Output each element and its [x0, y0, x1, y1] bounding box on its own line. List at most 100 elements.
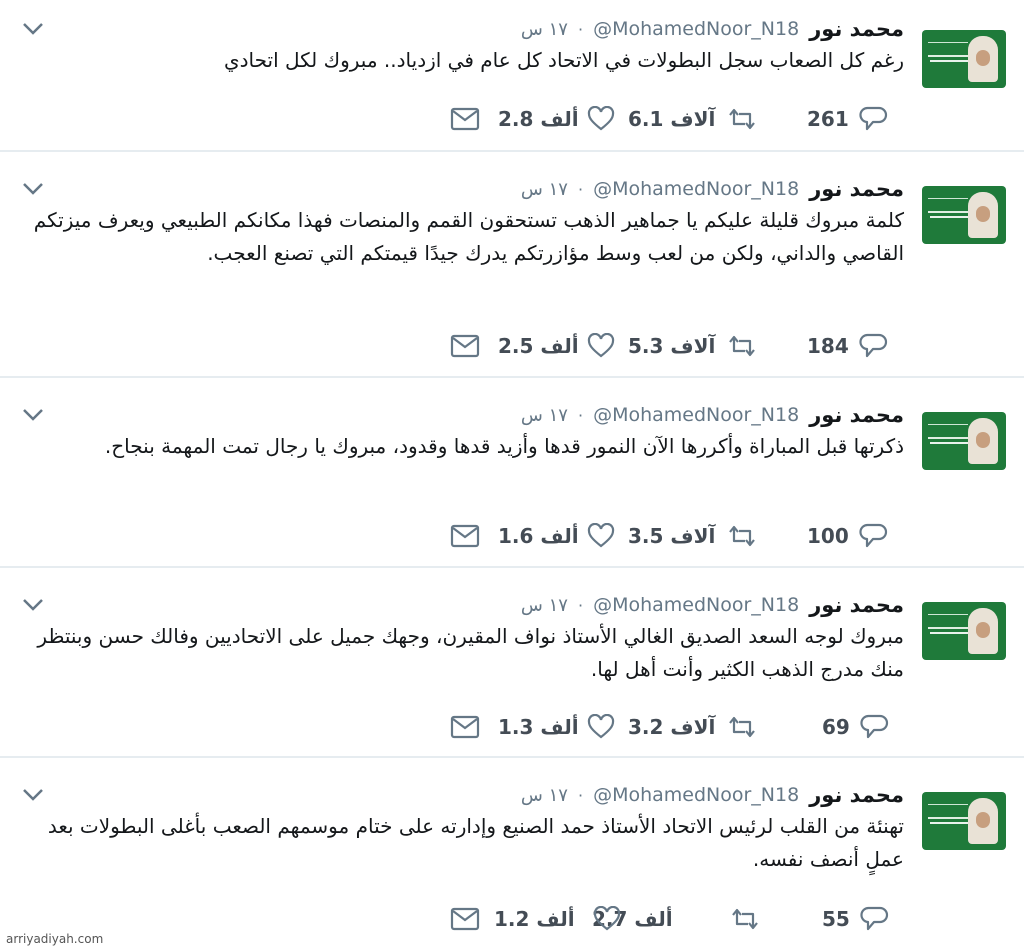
- like-button[interactable]: 1.6 ألف: [498, 519, 615, 553]
- reply-icon: [860, 906, 888, 931]
- retweet-count: 5.3 آلاف: [628, 334, 716, 358]
- avatar[interactable]: [922, 602, 1006, 660]
- retweet-count: 3.2 آلاف: [628, 715, 716, 739]
- chevron-down-icon[interactable]: [22, 22, 44, 36]
- reply-icon: [859, 333, 887, 358]
- timestamp[interactable]: ١٧ س: [521, 179, 568, 200]
- tweet-divider: [0, 566, 1024, 568]
- reply-count: 261: [807, 107, 849, 131]
- like-count: 1.3 ألف: [498, 715, 579, 739]
- tweet-divider: [0, 150, 1024, 152]
- like-button[interactable]: 1.3 ألف: [498, 710, 615, 744]
- envelope-icon[interactable]: [450, 524, 480, 548]
- tweet-header: محمد نور @MohamedNoor_N18 · ١٧ س: [521, 14, 904, 44]
- like-button[interactable]: 2.8 ألف: [498, 102, 615, 136]
- chevron-down-icon[interactable]: [22, 408, 44, 422]
- avatar[interactable]: [922, 792, 1006, 850]
- reply-button[interactable]: 100: [807, 519, 889, 553]
- tweet-actions: 261 6.1 آلاف 2.8 ألف: [440, 102, 910, 136]
- tweet[interactable]: محمد نور @MohamedNoor_N18 · ١٧ س ذكرتها …: [0, 386, 1024, 566]
- separator-dot: ·: [577, 19, 584, 39]
- reply-icon: [860, 714, 888, 739]
- tweet-text: ذكرتها قبل المباراة وأكررها الآن النمور …: [104, 434, 904, 458]
- retweet-button[interactable]: 3.5 آلاف: [628, 519, 759, 553]
- separator-dot: ·: [577, 595, 584, 615]
- author-name[interactable]: محمد نور: [809, 403, 904, 427]
- author-name[interactable]: محمد نور: [809, 17, 904, 41]
- reply-button[interactable]: 55: [822, 902, 890, 936]
- tweet-text: رغم كل الصعاب سجل البطولات في الاتحاد كل…: [223, 48, 904, 72]
- retweet-icon: [729, 525, 756, 547]
- tweet-actions: 184 5.3 آلاف 2.5 ألف: [440, 329, 910, 363]
- tweet[interactable]: محمد نور @MohamedNoor_N18 · ١٧ س تهنئة م…: [0, 766, 1024, 951]
- author-handle[interactable]: @MohamedNoor_N18: [593, 18, 799, 40]
- retweet-icon: [729, 335, 756, 357]
- retweet-icon: [732, 908, 758, 930]
- watermark: arriyadiyah.com: [6, 932, 104, 946]
- retweet-button[interactable]: 3.2 آلاف: [628, 710, 759, 744]
- heart-icon: [587, 333, 614, 358]
- timestamp[interactable]: ١٧ س: [521, 785, 568, 806]
- envelope-icon[interactable]: [450, 107, 480, 131]
- tweet-header: محمد نور @MohamedNoor_N18 · ١٧ س: [521, 780, 904, 810]
- reply-button[interactable]: 69: [822, 710, 890, 744]
- retweet-icon: [729, 716, 756, 738]
- avatar[interactable]: [922, 30, 1006, 88]
- timestamp[interactable]: ١٧ س: [521, 405, 568, 426]
- tweet-header: محمد نور @MohamedNoor_N18 · ١٧ س: [521, 174, 904, 204]
- tweet-header: محمد نور @MohamedNoor_N18 · ١٧ س: [521, 400, 904, 430]
- envelope-icon[interactable]: [450, 334, 480, 358]
- chevron-down-icon[interactable]: [22, 182, 44, 196]
- like-count: 2.8 ألف: [498, 107, 579, 131]
- tweet-text: مبروك لوجه السعد الصديق الغالي الأستاذ ن…: [37, 624, 904, 681]
- author-handle[interactable]: @MohamedNoor_N18: [593, 404, 799, 426]
- author-name[interactable]: محمد نور: [809, 593, 904, 617]
- retweet-button[interactable]: 5.3 آلاف: [628, 329, 759, 363]
- like-button[interactable]: 1.2 ألف: [494, 902, 621, 936]
- tweet[interactable]: محمد نور @MohamedNoor_N18 · ١٧ س مبروك ل…: [0, 576, 1024, 756]
- like-count: 2.5 ألف: [498, 334, 579, 358]
- tweet-divider: [0, 756, 1024, 758]
- author-handle[interactable]: @MohamedNoor_N18: [593, 178, 799, 200]
- tweet-actions: 100 3.5 آلاف 1.6 ألف: [440, 519, 910, 553]
- like-count: 1.2 ألف: [494, 907, 575, 931]
- avatar[interactable]: [922, 412, 1006, 470]
- heart-icon: [587, 714, 614, 739]
- reply-button[interactable]: 184: [807, 329, 889, 363]
- reply-count: 69: [822, 715, 850, 739]
- separator-dot: ·: [577, 785, 584, 805]
- tweet-text: كلمة مبروك قليلة عليكم يا جماهير الذهب ت…: [33, 208, 904, 265]
- author-name[interactable]: محمد نور: [809, 177, 904, 201]
- retweet-count: 3.5 آلاف: [628, 524, 716, 548]
- tweet-header: محمد نور @MohamedNoor_N18 · ١٧ س: [521, 590, 904, 620]
- separator-dot: ·: [577, 179, 584, 199]
- separator-dot: ·: [577, 405, 584, 425]
- tweet-actions: 55 2.7 ألف 1.2 ألف: [440, 902, 910, 936]
- author-handle[interactable]: @MohamedNoor_N18: [593, 784, 799, 806]
- reply-icon: [859, 106, 887, 131]
- like-button[interactable]: 2.5 ألف: [498, 329, 615, 363]
- tweet-actions: 69 3.2 آلاف 1.3 ألف: [440, 710, 910, 744]
- avatar[interactable]: [922, 186, 1006, 244]
- timestamp[interactable]: ١٧ س: [521, 19, 568, 40]
- reply-count: 55: [822, 907, 850, 931]
- tweet-divider: [0, 376, 1024, 378]
- heart-icon: [587, 523, 614, 548]
- chevron-down-icon[interactable]: [22, 788, 44, 802]
- retweet-button[interactable]: [728, 902, 762, 936]
- chevron-down-icon[interactable]: [22, 598, 44, 612]
- reply-count: 184: [807, 334, 849, 358]
- tweet[interactable]: محمد نور @MohamedNoor_N18 · ١٧ س رغم كل …: [0, 0, 1024, 150]
- author-handle[interactable]: @MohamedNoor_N18: [593, 594, 799, 616]
- heart-icon: [593, 906, 620, 931]
- envelope-icon[interactable]: [450, 907, 480, 931]
- author-name[interactable]: محمد نور: [809, 783, 904, 807]
- like-count: 1.6 ألف: [498, 524, 579, 548]
- timestamp[interactable]: ١٧ س: [521, 595, 568, 616]
- reply-button[interactable]: 261: [807, 102, 889, 136]
- retweet-button[interactable]: 6.1 آلاف: [628, 102, 759, 136]
- envelope-icon[interactable]: [450, 715, 480, 739]
- reply-count: 100: [807, 524, 849, 548]
- tweet[interactable]: محمد نور @MohamedNoor_N18 · ١٧ س كلمة مب…: [0, 160, 1024, 376]
- reply-icon: [859, 523, 887, 548]
